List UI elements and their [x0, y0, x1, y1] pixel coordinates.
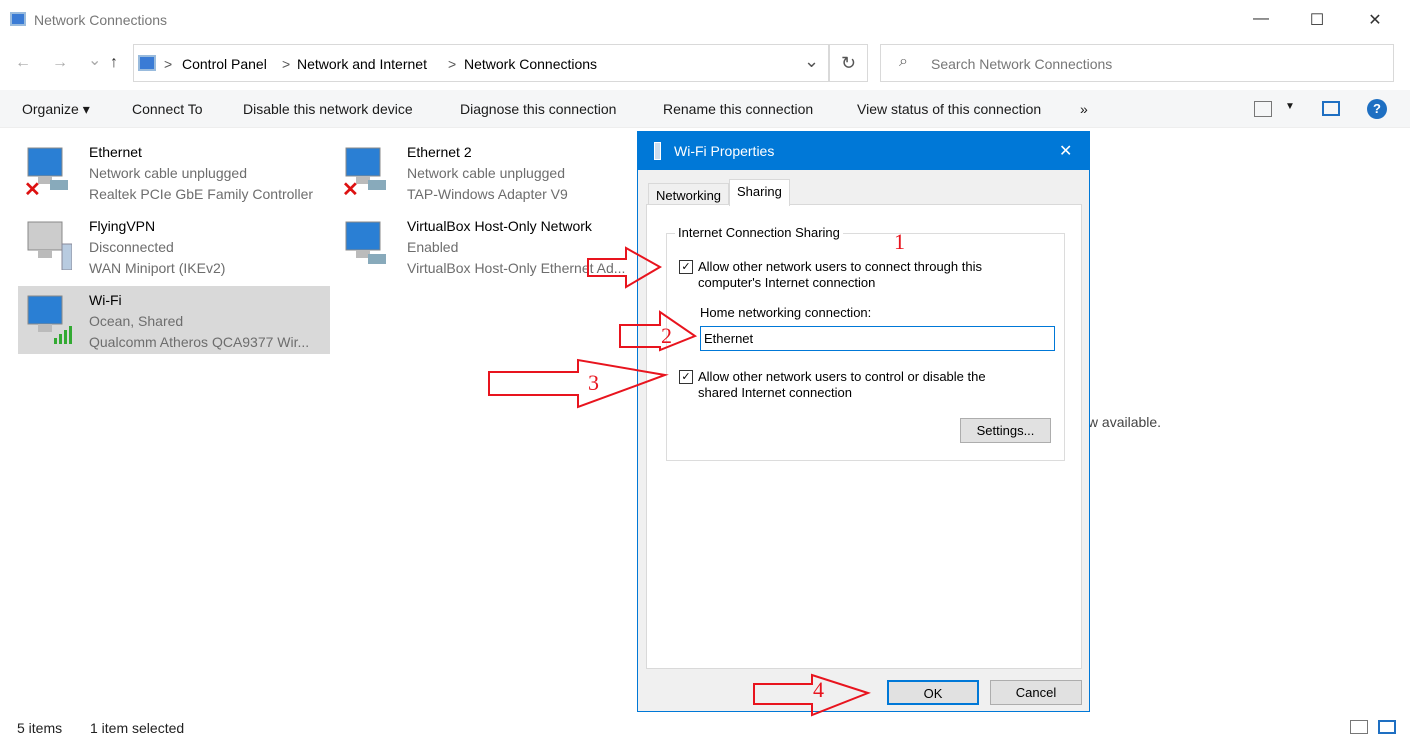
annotation-label-2: 2 [661, 323, 672, 348]
search-input[interactable]: Search Network Connections [931, 56, 1112, 72]
cancel-button[interactable]: Cancel [990, 680, 1082, 705]
connection-device: TAP-Windows Adapter V9 [407, 186, 568, 202]
crumb-network-connections[interactable]: Network Connections [464, 56, 597, 72]
recent-dropdown[interactable]: ⌄ [88, 50, 101, 70]
ok-button[interactable]: OK [887, 680, 979, 705]
vpn-icon [24, 220, 73, 271]
wired-disconnected-icon: ✕ [24, 146, 72, 201]
annotation-label-4: 4 [813, 677, 824, 702]
connection-wifi[interactable]: Wi-Fi Ocean, Shared Qualcomm Atheros QCA… [18, 286, 330, 354]
search-box[interactable]: ⌕ Search Network Connections [880, 44, 1394, 82]
connection-device: WAN Miniport (IKEv2) [89, 260, 226, 276]
label-line: Allow other network users to control or … [698, 369, 986, 384]
forward-button[interactable]: → [52, 54, 68, 72]
tiles-view-icon[interactable] [1378, 720, 1396, 734]
window-title: Network Connections [34, 12, 168, 28]
group-title: Internet Connection Sharing [675, 225, 843, 241]
svg-text:✕: ✕ [342, 179, 359, 196]
allow-connect-label[interactable]: Allow other network users to connect thr… [698, 259, 982, 291]
maximize-button[interactable]: ☐ [1302, 10, 1332, 30]
crumb-network-internet[interactable]: Network and Internet [297, 56, 427, 72]
allow-control-label[interactable]: Allow other network users to control or … [698, 369, 986, 401]
details-view-icon[interactable] [1350, 720, 1368, 734]
ics-group: Internet Connection Sharing ✓ Allow othe… [666, 225, 1065, 461]
connection-virtualbox[interactable]: VirtualBox Host-Only Network Enabled Vir… [336, 212, 648, 280]
organize-menu[interactable]: Organize ▾ [22, 101, 90, 118]
svg-text:✕: ✕ [24, 179, 41, 196]
view-options-icon[interactable] [1254, 101, 1272, 117]
connection-status: Network cable unplugged [89, 165, 247, 181]
item-count: 5 items [17, 720, 63, 736]
wifi-icon [24, 294, 72, 344]
connection-ethernet-2[interactable]: ✕ Ethernet 2 Network cable unplugged TAP… [336, 138, 648, 206]
allow-connect-checkbox[interactable]: ✓ [679, 260, 693, 274]
label-line: Allow other network users to connect thr… [698, 259, 982, 274]
wired-disconnected-icon: ✕ [342, 146, 390, 201]
close-button[interactable]: ✕ [1360, 10, 1390, 30]
connection-name: Wi-Fi [89, 292, 122, 308]
connection-name: Ethernet [89, 144, 142, 160]
connection-device: VirtualBox Host-Only Ethernet Ad... [407, 260, 626, 276]
preview-pane-icon[interactable] [1322, 101, 1340, 116]
refresh-button[interactable]: ↻ [829, 44, 868, 82]
home-connection-select[interactable]: Ethernet [700, 326, 1055, 351]
connection-name: VirtualBox Host-Only Network [407, 218, 592, 234]
crumb-sep: > [448, 56, 457, 72]
connect-to-button[interactable]: Connect To [132, 101, 203, 117]
rename-button[interactable]: Rename this connection [663, 101, 813, 117]
annotation-label-1: 1 [894, 229, 905, 254]
connection-status: Disconnected [89, 239, 174, 255]
crumb-sep: > [282, 56, 291, 72]
settings-button[interactable]: Settings... [960, 418, 1051, 443]
annotation-label-3: 3 [588, 370, 599, 395]
home-connection-label: Home networking connection: [700, 305, 872, 320]
title-bar: Network Connections — ☐ ✕ [0, 0, 1410, 40]
network-adapter-icon [654, 142, 661, 160]
command-bar: Organize ▾ Connect To Disable this netwo… [0, 90, 1410, 128]
sharing-panel: Internet Connection Sharing ✓ Allow othe… [646, 204, 1082, 669]
search-icon: ⌕ [899, 53, 908, 70]
view-dropdown-icon[interactable]: ▼ [1285, 101, 1295, 112]
connection-status: Enabled [407, 239, 459, 255]
tab-sharing[interactable]: Sharing [729, 179, 790, 206]
wired-icon [342, 220, 390, 270]
crumb-control-panel[interactable]: Control Panel [182, 56, 267, 72]
location-icon [138, 55, 156, 71]
back-button[interactable]: ← [15, 54, 31, 72]
connection-device: Realtek PCIe GbE Family Controller [89, 186, 314, 202]
app-icon [10, 12, 26, 26]
tab-networking[interactable]: Networking [648, 183, 730, 205]
address-bar[interactable]: > Control Panel > Network and Internet >… [133, 44, 829, 82]
up-button[interactable]: ↑ [110, 54, 118, 72]
connection-status: Network cable unplugged [407, 165, 565, 181]
connection-device: Qualcomm Atheros QCA9377 Wir... [89, 334, 310, 350]
connection-name: Ethernet 2 [407, 144, 472, 160]
connection-name: FlyingVPN [89, 218, 156, 234]
minimize-button[interactable]: — [1246, 10, 1276, 28]
diagnose-button[interactable]: Diagnose this connection [460, 101, 616, 117]
connection-flyingvpn[interactable]: FlyingVPN Disconnected WAN Miniport (IKE… [18, 212, 330, 280]
more-commands-button[interactable]: » [1080, 101, 1088, 117]
connection-ethernet[interactable]: ✕ Ethernet Network cable unplugged Realt… [18, 138, 330, 206]
dialog-close-button[interactable]: ✕ [1059, 141, 1072, 161]
crumb-sep: > [164, 56, 173, 72]
connection-status: Ocean, Shared [89, 313, 184, 329]
dialog-title-bar: Wi-Fi Properties ✕ [638, 132, 1089, 170]
address-dropdown[interactable]: ⌄ [804, 51, 819, 72]
selected-count: 1 item selected [90, 720, 185, 736]
help-icon[interactable]: ? [1367, 99, 1387, 119]
wifi-properties-dialog: Wi-Fi Properties ✕ Networking Internet C… [637, 131, 1090, 712]
view-status-button[interactable]: View status of this connection [857, 101, 1041, 117]
dialog-title: Wi-Fi Properties [674, 143, 775, 159]
disable-device-button[interactable]: Disable this network device [243, 101, 413, 117]
allow-control-checkbox[interactable]: ✓ [679, 370, 693, 384]
label-line: computer's Internet connection [698, 275, 876, 290]
label-line: shared Internet connection [698, 385, 852, 400]
